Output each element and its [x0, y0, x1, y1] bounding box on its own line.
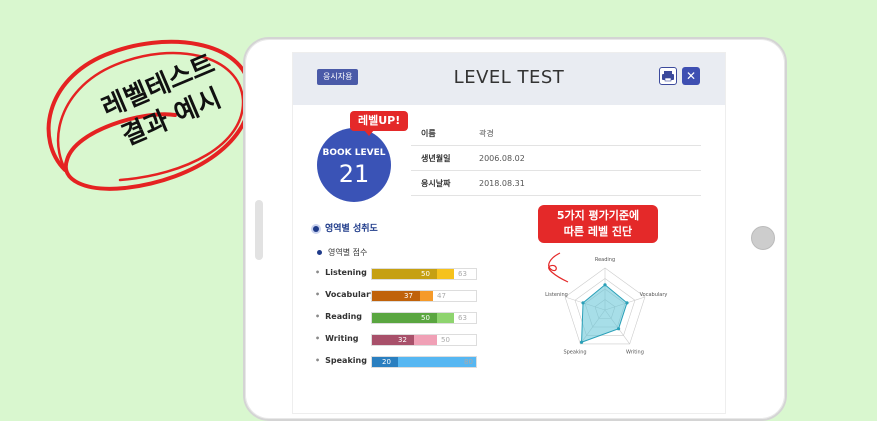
score-row: Writing 32 50	[315, 331, 495, 353]
average-value: 63	[458, 314, 467, 322]
info-key: 생년월일	[421, 153, 451, 163]
score-value: 50	[421, 314, 430, 322]
score-label: Speaking	[315, 356, 367, 365]
book-level-value: 21	[338, 160, 370, 188]
radar-series	[581, 284, 628, 344]
radar-axis-label: Speaking	[563, 349, 586, 355]
home-button[interactable]	[751, 226, 775, 250]
average-value: 63	[458, 270, 467, 278]
info-value: 2006.08.02	[479, 153, 525, 163]
printer-icon	[662, 71, 674, 82]
section-subtitle: 영역별 점수	[317, 247, 367, 258]
promo-callout: 레벨테스트 결과 예시	[25, 20, 260, 210]
levelup-tag: 레벨UP!	[350, 111, 409, 136]
tablet-side-button	[255, 200, 263, 260]
book-level-label: BOOK LEVEL	[322, 148, 386, 158]
score-track: 20 80	[371, 356, 477, 368]
info-key: 응시날짜	[421, 178, 451, 188]
score-track: 50 63	[371, 268, 477, 280]
info-key: 이름	[421, 128, 436, 138]
radar-axis-label: Reading	[595, 257, 615, 263]
info-row: 이름 곽경	[411, 121, 701, 146]
section-title: 영역별 성취도	[313, 221, 378, 234]
score-track: 37 47	[371, 290, 477, 302]
info-value: 곽경	[479, 128, 494, 138]
radar-note-line1: 5가지 평가기준에	[556, 209, 640, 222]
score-row: Speaking2080	[315, 353, 495, 375]
radar-point	[616, 327, 621, 331]
average-value: 50	[441, 336, 450, 344]
bullet-icon	[317, 250, 322, 255]
score-label: Listening	[315, 268, 367, 277]
radar-note-line2: 따른 레벨 진단	[563, 225, 633, 238]
close-button[interactable]: ✕	[682, 67, 700, 85]
score-value: 37	[404, 292, 413, 300]
section-subtitle-text: 영역별 점수	[328, 248, 368, 257]
score-label: Writing	[315, 334, 358, 343]
score-row: Vocabulary 37 47	[315, 287, 495, 309]
section-title-text: 영역별 성취도	[325, 224, 378, 234]
header: 응시자용 LEVEL TEST ✕	[293, 53, 725, 105]
info-row: 응시날짜 2018.08.31	[411, 171, 701, 196]
score-row: Listening 50 63	[315, 265, 495, 287]
average-value: 47	[437, 292, 446, 300]
score-bars: Listening 50 63 Vocabulary 37 47 Reading 50 63 Wr…	[315, 265, 495, 375]
radar-point	[579, 340, 584, 344]
squiggle-icon	[548, 252, 569, 283]
radar-note: 5가지 평가기준에 따른 레벨 진단	[538, 205, 658, 243]
close-icon: ✕	[685, 69, 697, 83]
radar-point	[603, 283, 607, 287]
score-track: 32 50	[371, 334, 477, 346]
score-track: 50 63	[371, 312, 477, 324]
print-button[interactable]	[659, 67, 677, 85]
radar-axis-label: Writing	[626, 349, 644, 355]
radar-point	[625, 301, 629, 305]
score-value: 32	[398, 336, 407, 344]
score-row: Reading 50 63	[315, 309, 495, 331]
radar-axis-label: Vocabulary	[640, 292, 668, 298]
radar-chart: Reading Vocabulary Writing Speaking Listenin…	[545, 252, 668, 355]
score-value: 20	[382, 358, 391, 366]
examinee-info: 이름 곽경 생년월일 2006.08.02 응시날짜 2018.08.31	[411, 121, 701, 196]
radar-axis-label: Listening	[545, 292, 568, 298]
book-level-badge: BOOK LEVEL 21	[317, 128, 391, 202]
score-label: Vocabulary	[315, 290, 375, 299]
info-row: 생년월일 2006.08.02	[411, 146, 701, 171]
info-value: 2018.08.31	[479, 178, 525, 188]
average-value: 80	[464, 358, 473, 366]
score-bar	[372, 335, 414, 345]
score-value: 50	[421, 270, 430, 278]
score-label: Reading	[315, 312, 362, 321]
radar-point	[581, 301, 585, 305]
bullet-icon	[313, 225, 319, 232]
